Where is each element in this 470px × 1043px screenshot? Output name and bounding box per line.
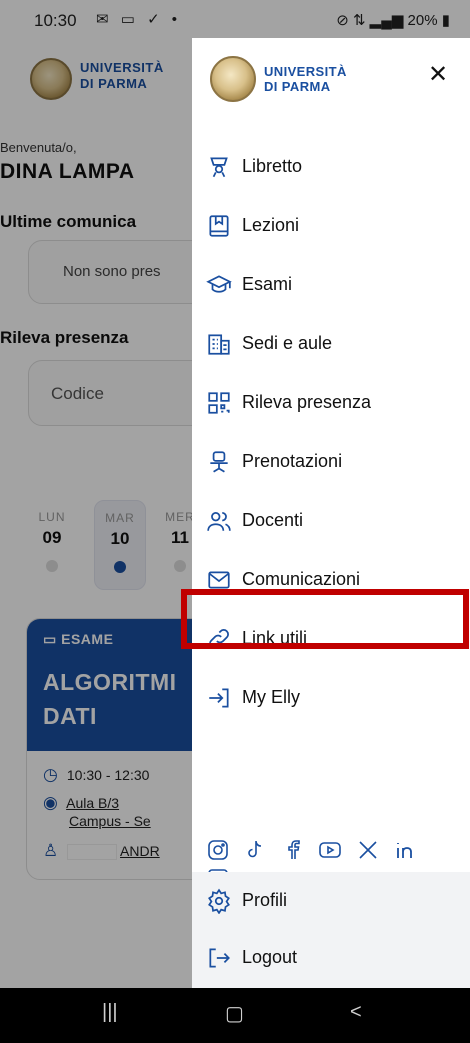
menu-item-lezioni[interactable]: Lezioni bbox=[192, 201, 470, 253]
graduation-icon bbox=[210, 157, 228, 178]
x-icon[interactable] bbox=[356, 838, 382, 864]
linkedin-icon[interactable] bbox=[393, 838, 419, 864]
facebook-icon[interactable] bbox=[281, 838, 307, 864]
menu-item-profili[interactable]: Profili bbox=[192, 876, 470, 928]
university-logo bbox=[210, 56, 256, 102]
back-button[interactable]: < bbox=[350, 1001, 362, 1024]
menu-item-comunicazioni[interactable]: Comunicazioni bbox=[192, 555, 470, 607]
menu-item-docenti[interactable]: Docenti bbox=[192, 496, 470, 548]
gear-icon bbox=[208, 888, 230, 914]
menu-item-my-elly[interactable]: My Elly bbox=[192, 673, 470, 725]
qr-icon bbox=[208, 392, 230, 414]
close-icon[interactable]: ✕ bbox=[428, 60, 448, 89]
chair-icon bbox=[210, 451, 228, 473]
youtube-icon[interactable] bbox=[318, 838, 344, 864]
cap-icon bbox=[206, 275, 232, 293]
social-links bbox=[206, 838, 456, 889]
book-icon bbox=[209, 215, 229, 237]
mail-icon bbox=[208, 571, 230, 589]
navigation-drawer: UNIVERSITÀ DI PARMA ✕ Libretto Lezioni E… bbox=[192, 38, 470, 988]
drawer-footer: Profili Logout bbox=[192, 872, 470, 988]
menu-item-esami[interactable]: Esami bbox=[192, 260, 470, 312]
logout-icon bbox=[209, 948, 230, 968]
building-icon bbox=[208, 334, 230, 355]
system-navigation-bar: ||| ▢ < bbox=[0, 988, 470, 1043]
menu-item-libretto[interactable]: Libretto bbox=[192, 142, 470, 194]
home-button[interactable]: ▢ bbox=[225, 1001, 244, 1026]
tiktok-icon[interactable] bbox=[243, 838, 269, 864]
menu-item-sedi[interactable]: Sedi e aule bbox=[192, 319, 470, 371]
enter-icon bbox=[209, 688, 229, 708]
people-icon bbox=[207, 512, 231, 531]
instagram-icon[interactable] bbox=[206, 838, 232, 864]
link-icon bbox=[209, 629, 229, 649]
recent-apps-button[interactable]: ||| bbox=[102, 1001, 118, 1024]
menu-item-link-utili[interactable]: Link utili bbox=[192, 614, 470, 666]
menu-item-logout[interactable]: Logout bbox=[192, 933, 470, 985]
menu-item-prenotazioni[interactable]: Prenotazioni bbox=[192, 437, 470, 489]
menu-item-rileva-presenza[interactable]: Rileva presenza bbox=[192, 378, 470, 430]
university-name: UNIVERSITÀ DI PARMA bbox=[264, 64, 347, 94]
